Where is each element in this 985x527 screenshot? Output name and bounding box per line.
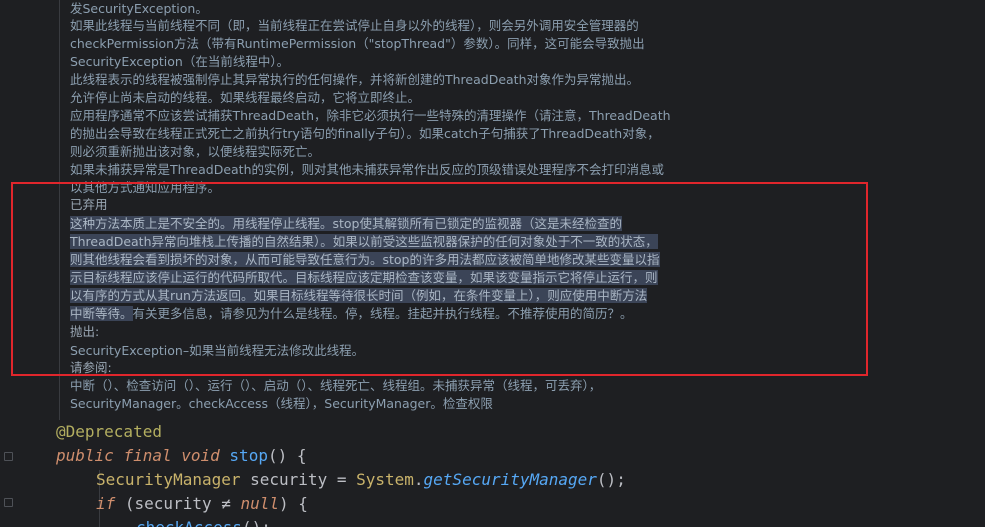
- deprecated-line: 示目标线程应该停止运行的代码所取代。目标线程应该定期检查该变量，如果该变量指示它…: [70, 269, 658, 287]
- code-editor[interactable]: 发SecurityException。 如果此线程与当前线程不同（即，当前线程正…: [0, 0, 985, 527]
- deprecated-line: ThreadDeath异常向堆栈上传播的自然结果）。如果以前受这些监视器保护的任…: [70, 233, 658, 251]
- doc-line: 应用程序通常不应该尝试捕获ThreadDeath，除非它必须执行一些特殊的清理操…: [70, 108, 671, 123]
- editor-gutter: [0, 0, 20, 527]
- selected-text[interactable]: 中断等待。: [70, 306, 133, 321]
- throws-heading: 抛出:: [70, 324, 100, 339]
- doc-line: SecurityException（在当前线程中）。: [70, 54, 290, 69]
- keyword: null: [240, 494, 280, 513]
- doc-line: 以其他方式通知应用程序。: [70, 180, 221, 195]
- see-also-line[interactable]: 中断（）、检查访问（）、运行（）、启动（）、线程死亡、线程组。未捕获异常（线程，…: [70, 377, 601, 395]
- throws-text: SecurityException–如果当前线程无法修改此线程。: [70, 343, 365, 358]
- selected-text[interactable]: 这种方法本质上是不安全的。用线程停止线程。stop使其解锁所有已锁定的监视器（这…: [70, 216, 622, 231]
- code-line[interactable]: public final void stop() {: [56, 444, 306, 468]
- code-text: () {: [267, 446, 307, 465]
- keyword: public: [56, 446, 114, 465]
- code-text: security =: [240, 470, 357, 489]
- code-text: ();: [242, 518, 271, 527]
- doc-line: 的抛出会导致在线程正式死亡之前执行try语句的finally子句）。如果catc…: [70, 126, 660, 141]
- code-line[interactable]: if (security ≠ null) {: [96, 492, 308, 516]
- code-text: .: [413, 470, 424, 489]
- selected-text[interactable]: 则其他线程会看到损坏的对象，从而可能导致任意行为。stop的许多用法都应该被简单…: [70, 252, 660, 267]
- doc-line: 如果未捕获异常是ThreadDeath的实例，则对其他未捕获异常作出反应的顶级错…: [70, 162, 665, 177]
- keyword: if: [96, 494, 116, 513]
- method-call: checkAccess: [136, 518, 242, 527]
- keyword: void: [181, 446, 220, 465]
- code-text: ) {: [279, 494, 308, 513]
- keyword: final: [123, 446, 172, 465]
- code-text: ();: [596, 470, 626, 489]
- doc-line: 允许停止尚未启动的线程。如果线程最终启动，它将立即终止。: [70, 90, 421, 105]
- doc-line: checkPermission方法（带有RuntimePermission（"s…: [70, 36, 645, 51]
- type-name: SecurityManager: [96, 470, 241, 489]
- doc-line: 则必须重新抛出该对象，以便线程实际死亡。: [70, 144, 321, 159]
- deprecated-line: 这种方法本质上是不安全的。用线程停止线程。stop使其解锁所有已锁定的监视器（这…: [70, 215, 622, 233]
- deprecated-heading: 已弃用: [70, 197, 108, 212]
- method-call: getSecurityManager: [423, 470, 597, 489]
- class-name: System: [356, 470, 414, 489]
- annotation: @Deprecated: [56, 422, 162, 441]
- code-line[interactable]: checkAccess();: [136, 516, 271, 527]
- deprecated-text: 有关更多信息，请参见为什么是线程。停，线程。挂起并执行线程。不推荐使用的简历？。: [132, 306, 633, 321]
- see-also-heading: 请参阅:: [70, 360, 112, 375]
- fold-icon[interactable]: [4, 452, 13, 461]
- deprecated-line: 则其他线程会看到损坏的对象，从而可能导致任意行为。stop的许多用法都应该被简单…: [70, 251, 660, 269]
- doc-line: 如果此线程与当前线程不同（即，当前线程正在尝试停止自身以外的线程），则会另外调用…: [70, 18, 639, 33]
- see-also-line[interactable]: SecurityManager。checkAccess（线程），Security…: [70, 395, 493, 413]
- code-line[interactable]: SecurityManager security = System.getSec…: [96, 468, 626, 492]
- doc-line: 发SecurityException。: [70, 1, 208, 16]
- deprecated-line: 以有序的方式从其run方法返回。如果目标线程等待很长时间（例如，在条件变量上），…: [70, 287, 648, 305]
- selected-text[interactable]: 以有序的方式从其run方法返回。如果目标线程等待很长时间（例如，在条件变量上），…: [70, 288, 648, 303]
- deprecated-line: 中断等待。有关更多信息，请参见为什么是线程。停，线程。挂起并执行线程。不推荐使用…: [70, 305, 633, 323]
- method-name: stop: [229, 446, 268, 465]
- selected-text[interactable]: ThreadDeath异常向堆栈上传播的自然结果）。如果以前受这些监视器保护的任…: [70, 234, 658, 249]
- code-line[interactable]: @Deprecated: [56, 420, 162, 444]
- code-text: (security ≠: [115, 494, 241, 513]
- doc-line: 此线程表示的线程被强制停止其异常执行的任何操作，并将新创建的ThreadDeat…: [70, 72, 640, 87]
- indent-guide: [59, 0, 60, 420]
- selected-text[interactable]: 示目标线程应该停止运行的代码所取代。目标线程应该定期检查该变量，如果该变量指示它…: [70, 270, 658, 285]
- fold-icon[interactable]: [4, 498, 13, 507]
